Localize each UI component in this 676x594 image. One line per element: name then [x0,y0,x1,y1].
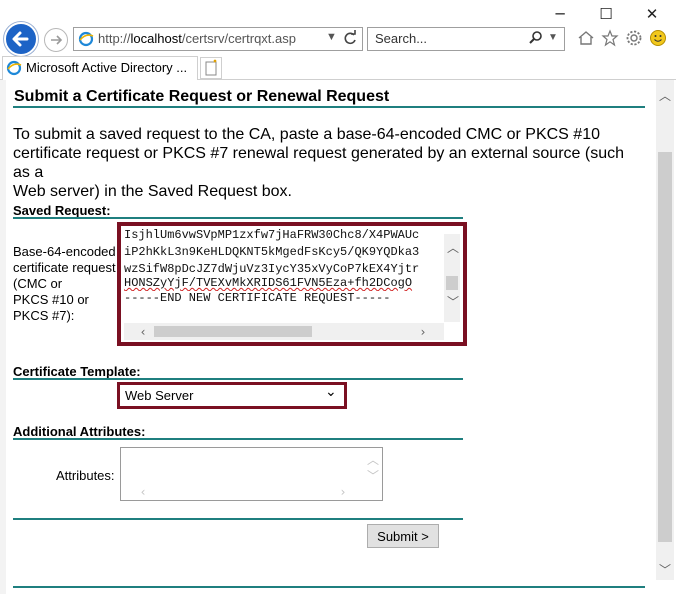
settings-gear-icon[interactable] [624,28,644,48]
new-tab-icon [205,59,217,76]
chevron-down-icon[interactable]: ⌄ [325,384,337,400]
home-icon[interactable] [576,28,596,48]
tab-title: Microsoft Active Directory ... [26,60,188,75]
scroll-up-icon[interactable]: ︿ [656,86,674,104]
smiley-feedback-icon[interactable] [648,28,668,48]
request-horizontal-thumb[interactable] [154,326,312,337]
label-line: PKCS #10 or [13,292,89,307]
intro-text: To submit a saved request to the CA, pas… [13,125,645,201]
label-line: Base-64-encoded [13,244,116,259]
search-icon[interactable] [528,30,544,51]
label-line: (CMC or [13,276,63,291]
title-divider [13,106,645,108]
request-text-line: -----END NEW CERTIFICATE REQUEST----- [124,291,391,305]
refresh-icon[interactable] [342,29,358,52]
forward-arrow-icon [51,35,63,45]
ie-page-icon [78,31,94,52]
forward-button[interactable] [44,28,68,52]
scroll-left-icon[interactable]: ‹ [134,483,152,501]
additional-attributes-heading: Additional Attributes: [13,424,146,439]
intro-line: certificate request or PKCS #7 renewal r… [13,145,624,181]
intro-line: To submit a saved request to the CA, pas… [13,126,600,143]
page-footer-divider [13,586,645,588]
form-bottom-divider [13,518,463,520]
search-placeholder: Search... [375,31,428,46]
new-tab-button[interactable] [200,57,222,79]
scroll-down-icon[interactable]: ﹀ [656,560,674,578]
scroll-up-icon[interactable]: ︿ [444,238,462,256]
url-path: /certsrv/certrqxt.asp [181,31,296,46]
saved-request-label: Base-64-encoded certificate request (CMC… [13,244,116,324]
submit-button[interactable]: Submit > [367,524,439,548]
certificate-template-heading: Certificate Template: [13,364,141,379]
scroll-right-icon[interactable]: › [414,323,432,341]
address-url: http://localhost/certsrv/certrqxt.asp [98,31,296,46]
intro-line: Web server) in the Saved Request box. [13,183,292,200]
favorites-star-icon[interactable] [600,28,620,48]
request-text-line: wzSifW8pDcJZ7dWjuVz3IycY35xVyCoP7kEX4Yjt… [124,262,420,276]
back-arrow-icon [12,31,29,47]
template-divider [13,378,463,380]
scroll-right-icon[interactable]: › [334,483,352,501]
attributes-divider [13,438,463,440]
request-vertical-thumb[interactable] [446,276,458,290]
back-button[interactable] [4,22,38,56]
attributes-label: Attributes: [56,468,115,483]
page-scroll-thumb[interactable] [658,152,672,542]
label-line: PKCS #7): [13,308,75,323]
search-dropdown-icon[interactable]: ▼ [548,32,558,43]
saved-request-divider [13,217,463,219]
scroll-down-icon[interactable]: ﹀ [444,292,462,310]
scroll-left-icon[interactable]: ‹ [134,323,152,341]
request-text-line: HONSZyYjF/TVEXvMkXRIDS61FVN5Eza+fh2DCogO [124,276,413,290]
page-title: Submit a Certificate Request or Renewal … [14,88,390,105]
tab-ie-icon [6,60,22,81]
label-line: certificate request [13,260,116,275]
url-host: localhost [130,31,182,46]
saved-request-heading: Saved Request: [13,203,111,218]
request-text-line: IsjhlUm6vwSVpMP1zxfw7jHaFRW30Chc8/X4PWAU… [124,228,420,242]
scroll-down-icon[interactable]: ﹀ [364,466,382,484]
address-dropdown-icon[interactable]: ▼ [326,31,337,43]
url-prefix: http:// [98,31,131,46]
request-text-line: iP2hKkL3n9KeHLDQKNT5kMgedFsKcy5/QK9YQDka… [124,245,420,259]
template-selected-value: Web Server [125,388,194,403]
